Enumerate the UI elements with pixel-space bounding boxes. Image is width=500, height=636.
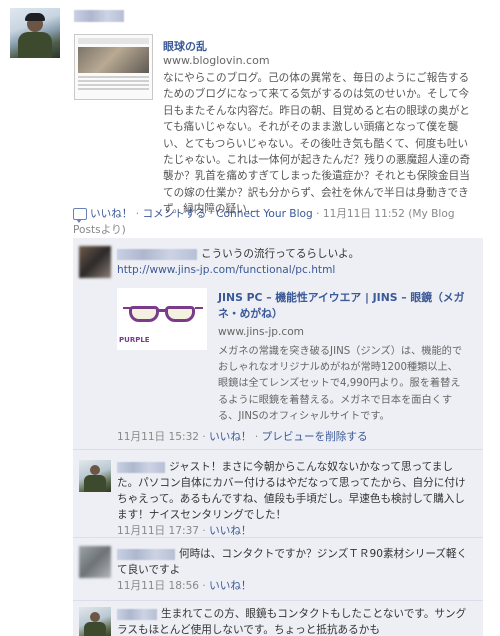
comment-like-link[interactable]: いいね！ xyxy=(209,525,251,537)
link-title[interactable]: 眼球の乱 xyxy=(163,38,207,54)
link-thumbnail[interactable] xyxy=(74,34,153,100)
commenter-avatar[interactable] xyxy=(79,607,111,636)
comment-meta: 11月11日 15:32 · いいね！ · プレビューを削除する xyxy=(117,431,368,443)
comment-body: ジャスト！まさに今朝からこんな奴ないかなって思ってました。パソコン自体にカバー付… xyxy=(117,461,466,537)
thumb-label: PURPLE xyxy=(119,336,150,344)
share-domain: www.jins-jp.com xyxy=(218,326,304,338)
comment-like-link[interactable]: いいね！ xyxy=(209,580,251,592)
comment-item: こういうの流行ってるらしいよ。 http://www.jins-jp.com/f… xyxy=(73,238,483,450)
glasses-image xyxy=(123,302,203,324)
commenter-avatar[interactable] xyxy=(79,246,111,278)
comment-link[interactable]: コメントする xyxy=(142,208,206,220)
comment-url-link[interactable]: http://www.jins-jp.com/functional/pc.htm… xyxy=(117,264,335,276)
like-link[interactable]: いいね！ xyxy=(90,208,132,220)
commenter-name-redacted[interactable] xyxy=(117,608,157,620)
comment-body: 生まれてこの方、眼鏡もコンタクトもしたことないです。サングラスもほとんど使用しな… xyxy=(117,608,467,636)
commenter-name-redacted[interactable] xyxy=(117,248,197,260)
commenter-avatar[interactable] xyxy=(79,460,111,492)
comment-body: 何時は、コンタクトですか？ジンズＴＲ90素材シリーズ軽くて良いですよ 11月11… xyxy=(117,548,468,592)
commenter-name-redacted[interactable] xyxy=(117,548,175,560)
share-thumbnail[interactable]: PURPLE xyxy=(117,288,207,350)
share-title[interactable]: JINS PC – 機能性アイウエア | JINS – 眼鏡（メガネ・めがね） xyxy=(218,290,468,322)
comment-time: 11月11日 17:37 xyxy=(117,525,200,537)
commenter-avatar[interactable] xyxy=(79,546,111,578)
connect-blog-link[interactable]: Connect Your Blog xyxy=(216,208,313,220)
comment-body: こういうの流行ってるらしいよ。 http://www.jins-jp.com/f… xyxy=(117,248,360,276)
remove-preview-link[interactable]: プレビューを削除する xyxy=(262,431,368,443)
post-actions: いいね！ · コメントする · Connect Your Blog · 11月1… xyxy=(73,208,455,236)
comment-bubble-icon xyxy=(73,208,87,223)
comment-item: ジャスト！まさに今朝からこんな奴ないかなって思ってました。パソコン自体にカバー付… xyxy=(73,450,483,538)
poster-name-redacted[interactable] xyxy=(74,10,124,22)
share-description: メガネの常識を突き破るJINS（ジンズ）は、機能的でおしゃれなオリジナルめがねが… xyxy=(218,346,463,422)
link-domain: www.bloglovin.com xyxy=(163,54,270,67)
comments-section: こういうの流行ってるらしいよ。 http://www.jins-jp.com/f… xyxy=(73,238,483,636)
comment-item: 生まれてこの方、眼鏡もコンタクトもしたことないです。サングラスもほとんど使用しな… xyxy=(73,601,483,636)
link-description: なにやらこのブログ。己の体の異常を、毎日のようにご報告するためのブログになって来… xyxy=(163,72,471,216)
poster-avatar[interactable] xyxy=(10,8,60,58)
comment-time: 11月11日 15:32 xyxy=(117,431,200,443)
comment-time: 11月11日 18:56 xyxy=(117,580,200,592)
comment-like-link[interactable]: いいね！ xyxy=(209,431,251,443)
comment-item: 何時は、コンタクトですか？ジンズＴＲ90素材シリーズ軽くて良いですよ 11月11… xyxy=(73,538,483,601)
commenter-name-redacted[interactable] xyxy=(117,461,165,473)
